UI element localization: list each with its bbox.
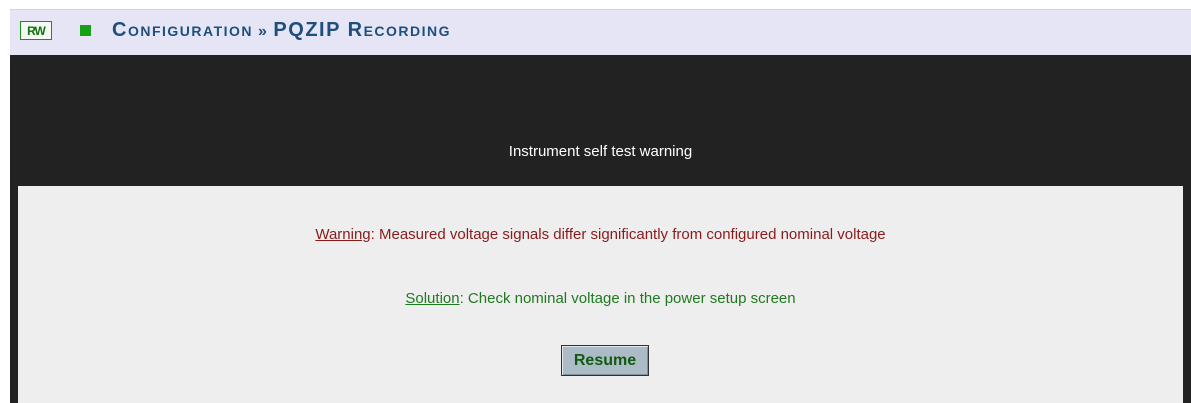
warning-text: : Measured voltage signals differ signif… bbox=[370, 226, 886, 243]
solution-label: Solution bbox=[405, 290, 460, 307]
warning-message: Warning: Measured voltage signals differ… bbox=[18, 226, 1183, 243]
dialog-title: Instrument self test warning bbox=[508, 143, 693, 160]
resume-button[interactable]: Resume bbox=[561, 345, 649, 376]
rw-badge: RW bbox=[20, 21, 52, 40]
breadcrumb-section[interactable]: Configuration bbox=[112, 19, 253, 41]
green-square-icon bbox=[80, 25, 91, 36]
page-frame: RW Configuration » PQZIP Recording Instrum… bbox=[0, 0, 1191, 403]
solution-text: : Check nominal voltage in the power set… bbox=[459, 290, 796, 307]
dialog-body: Warning: Measured voltage signals differ… bbox=[18, 186, 1183, 403]
title-bar: RW Configuration » PQZIP Recording bbox=[10, 9, 1191, 55]
dialog-panel: Instrument self test warning Warning: Me… bbox=[10, 55, 1191, 403]
breadcrumb: Configuration » PQZIP Recording bbox=[112, 19, 451, 42]
solution-message: Solution: Check nominal voltage in the p… bbox=[18, 290, 1183, 307]
breadcrumb-separator: » bbox=[258, 23, 269, 40]
breadcrumb-page: PQZIP Recording bbox=[273, 19, 452, 41]
warning-label: Warning bbox=[315, 226, 371, 243]
